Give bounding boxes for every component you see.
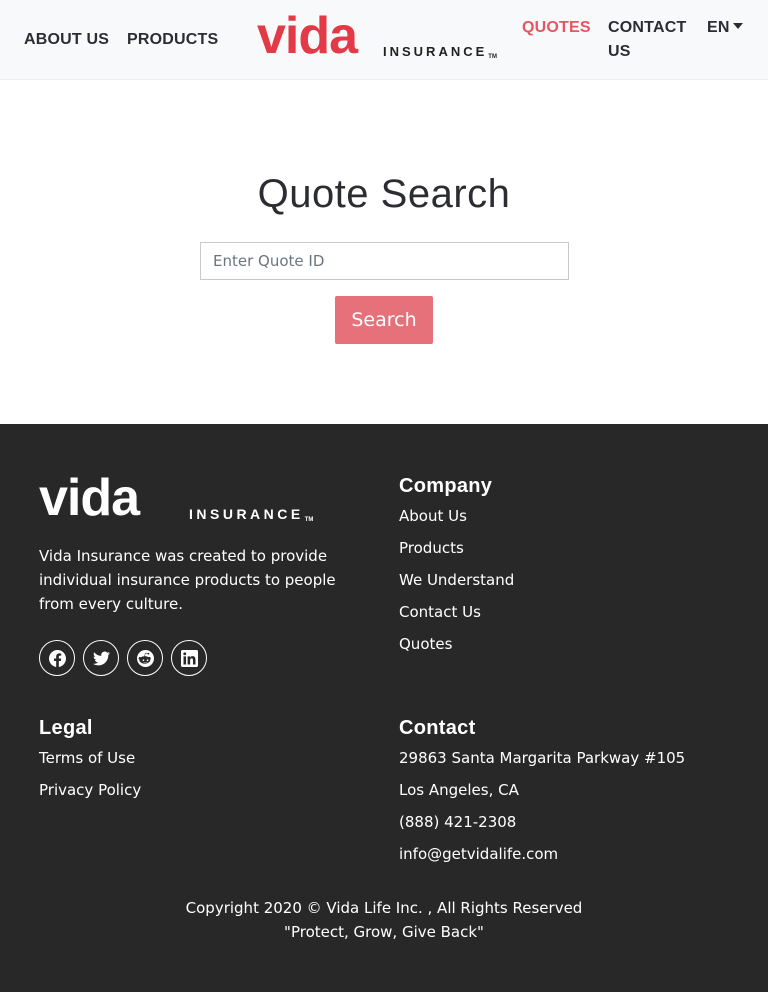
logo-wordmark: vida <box>257 7 358 65</box>
footer-link-privacy[interactable]: Privacy Policy <box>39 778 141 802</box>
nav-contact-us[interactable]: CONTACT US <box>608 16 698 64</box>
page-title: Quote Search <box>257 172 511 216</box>
twitter-icon[interactable] <box>83 640 119 676</box>
contact-address-line2[interactable]: Los Angeles, CA <box>399 778 519 802</box>
language-dropdown[interactable]: EN <box>707 16 743 40</box>
footer-logo: vida INSURANCETM <box>39 472 339 528</box>
footer-link-we-understand[interactable]: We Understand <box>399 568 514 592</box>
caret-down-icon <box>732 23 743 29</box>
linkedin-icon[interactable] <box>171 640 207 676</box>
footer-description: Vida Insurance was created to provide in… <box>39 547 336 613</box>
language-label: EN <box>707 19 730 36</box>
contact-address-line1[interactable]: 29863 Santa Margarita Parkway #105 <box>399 746 685 770</box>
footer-logo-subtitle: INSURANCETM <box>189 506 314 523</box>
nav-quotes[interactable]: QUOTES <box>522 16 591 40</box>
brand-logo[interactable]: vida INSURANCETM <box>257 10 509 66</box>
top-navbar: ABOUT US PRODUCTS vida INSURANCETM QUOTE… <box>0 0 768 80</box>
footer-link-about-us[interactable]: About Us <box>399 504 467 528</box>
logo-subtitle: INSURANCETM <box>383 44 497 60</box>
footer-logo-wordmark: vida <box>39 469 140 527</box>
company-heading: Company <box>399 475 493 497</box>
footer-link-products[interactable]: Products <box>399 536 464 560</box>
footer-link-contact-us[interactable]: Contact Us <box>399 600 481 624</box>
footer-link-terms[interactable]: Terms of Use <box>39 746 135 770</box>
quote-id-input[interactable] <box>200 242 569 280</box>
footer-link-quotes[interactable]: Quotes <box>399 632 452 656</box>
legal-heading: Legal <box>39 717 93 739</box>
footer: vida INSURANCETM Vida Insurance was crea… <box>0 424 768 992</box>
copyright-text: Copyright 2020 © Vida Life Inc. , All Ri… <box>185 899 583 917</box>
facebook-icon[interactable] <box>39 640 75 676</box>
contact-phone[interactable]: (888) 421-2308 <box>399 810 516 834</box>
nav-products[interactable]: PRODUCTS <box>127 28 218 52</box>
contact-email[interactable]: info@getvidalife.com <box>399 842 558 866</box>
contact-heading: Contact <box>399 717 476 739</box>
copyright: Copyright 2020 © Vida Life Inc. , All Ri… <box>0 896 768 944</box>
tagline: "Protect, Grow, Give Back" <box>284 923 484 941</box>
search-button[interactable]: Search <box>335 296 433 344</box>
nav-about-us[interactable]: ABOUT US <box>24 28 109 52</box>
reddit-icon[interactable] <box>127 640 163 676</box>
